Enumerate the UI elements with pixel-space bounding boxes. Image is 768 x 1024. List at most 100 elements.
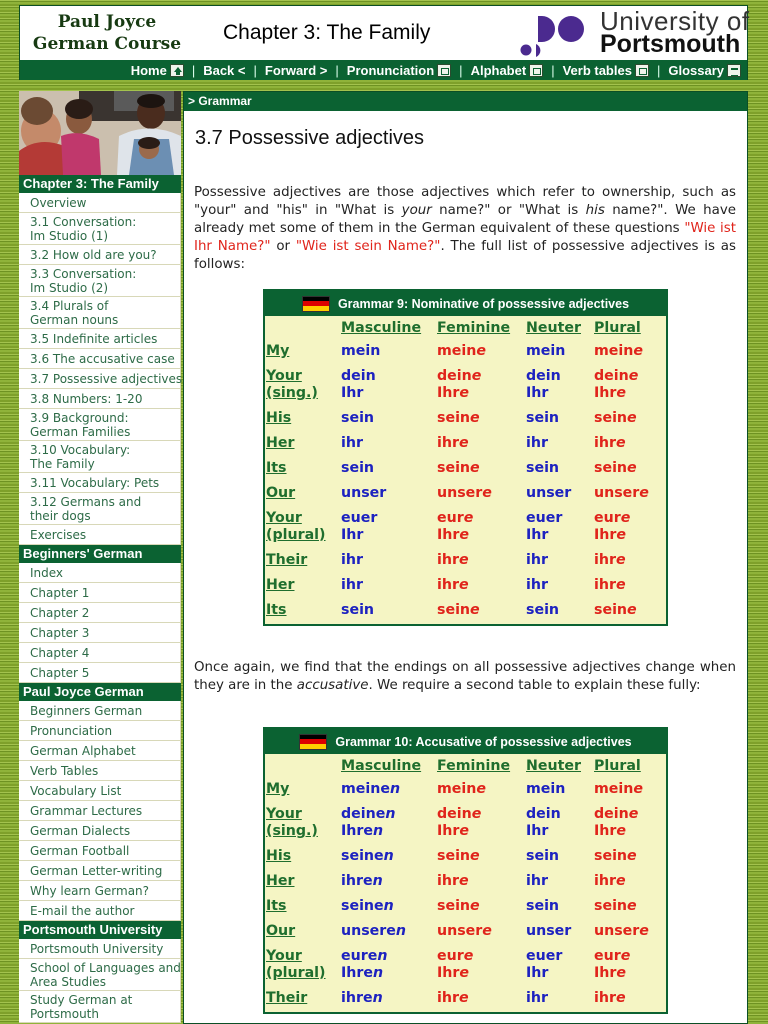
ending: e [470, 602, 480, 618]
sidebar-item-3-7-possessive-adjectives[interactable]: 3.7 Possessive adjectives [19, 369, 182, 389]
ending: e [458, 552, 469, 568]
nav-home[interactable]: Home [131, 63, 184, 78]
row-label-line: Its [266, 898, 287, 914]
sidebar-item-german-alphabet[interactable]: German Alphabet [19, 741, 181, 761]
cell-p: ihre [594, 432, 666, 457]
family-photo-image [19, 91, 181, 175]
sidebar-item-3-3-conversation-im-studio-2[interactable]: 3.3 Conversation: Im Studio (2) [19, 265, 181, 297]
row-label-line: (sing.) [266, 385, 318, 401]
sidebar-item-e-mail-the-author[interactable]: E-mail the author [19, 901, 181, 921]
row-label-our[interactable]: Our [265, 482, 341, 507]
ending: n [372, 873, 383, 889]
sidebar-item-german-football[interactable]: German Football [19, 841, 181, 861]
sidebar-item-beginners-german[interactable]: Beginners German [19, 701, 181, 721]
sidebar-item-exercises[interactable]: Exercises [19, 525, 181, 545]
nav-back[interactable]: Back < [203, 63, 245, 78]
sidebar-item-overview[interactable]: Overview [19, 193, 181, 213]
university-logo[interactable]: University of Portsmouth [500, 6, 749, 60]
nav-pronunciation[interactable]: Pronunciation [347, 63, 452, 78]
german-flag-icon [299, 733, 328, 750]
sidebar-item-index[interactable]: Index [19, 563, 181, 583]
cell-n: sein [526, 407, 594, 432]
breadcrumb[interactable]: > Grammar [184, 92, 747, 111]
sidebar-item-3-1-conversation-im-studio-1[interactable]: 3.1 Conversation: Im Studio (1) [19, 213, 181, 245]
cell-word: sein [526, 460, 560, 476]
row-label-their[interactable]: Their [265, 987, 341, 1012]
row-label-my[interactable]: My [265, 778, 341, 803]
nav-alphabet[interactable]: Alphabet [471, 63, 544, 78]
nav-separator: | [191, 62, 196, 78]
ending: e [633, 343, 643, 359]
cell-f: unsere [437, 482, 526, 507]
column-header-masculine[interactable]: Masculine [341, 754, 437, 778]
sidebar-item-pronunciation[interactable]: Pronunciation [19, 721, 181, 741]
ending: e [615, 435, 626, 451]
sidebar-item-verb-tables[interactable]: Verb Tables [19, 761, 181, 781]
ending: e [470, 460, 480, 476]
sidebar-item-3-12-germans-and-their-dogs[interactable]: 3.12 Germans and their dogs [19, 493, 181, 525]
sidebar-item-grammar-lectures[interactable]: Grammar Lectures [19, 801, 181, 821]
row-label-your-plural[interactable]: Your (plural) [265, 507, 341, 549]
row-label-his[interactable]: His [265, 407, 341, 432]
logo-text-line-2: Portsmouth [600, 30, 741, 58]
nav-forward[interactable]: Forward > [265, 63, 328, 78]
sidebar-item-3-10-vocabulary-the-family[interactable]: 3.10 Vocabulary: The Family [19, 441, 181, 473]
sidebar-item-3-6-the-accusative-case[interactable]: 3.6 The accusative case [19, 349, 181, 369]
sidebar-item-chapter-5[interactable]: Chapter 5 [19, 663, 181, 683]
cell-word: ihre [594, 873, 626, 889]
sidebar-item-label: 3.10 Vocabulary: [30, 443, 131, 457]
row-label-their[interactable]: Their [265, 549, 341, 574]
sidebar-item-3-5-indefinite-articles[interactable]: 3.5 Indefinite articles [19, 329, 181, 349]
column-header-plural[interactable]: Plural [594, 754, 666, 778]
sidebar-item-study-german-at-portsmouth[interactable]: Study German at Portsmouth [19, 991, 181, 1023]
sidebar-item-3-2-how-old-are-you[interactable]: 3.2 How old are you? [19, 245, 181, 265]
cell-word: Ihre [594, 823, 627, 839]
sidebar-item-3-4-plurals-of-german-nouns[interactable]: 3.4 Plurals of German nouns [19, 297, 181, 329]
sidebar-item-german-dialects[interactable]: German Dialects [19, 821, 181, 841]
column-header-neuter[interactable]: Neuter [526, 754, 594, 778]
sidebar-item-german-letter-writing[interactable]: German Letter-writing [19, 861, 181, 881]
row-label-her[interactable]: Her [265, 432, 341, 457]
column-header-feminine[interactable]: Feminine [437, 754, 526, 778]
row-label-its[interactable]: Its [265, 599, 341, 624]
column-header-neuter[interactable]: Neuter [526, 316, 594, 340]
row-label-her[interactable]: Her [265, 574, 341, 599]
row-label-line: Their [266, 990, 308, 1006]
row-label-his[interactable]: His [265, 845, 341, 870]
cell-p: seine [594, 407, 666, 432]
ending: n [372, 990, 383, 1006]
sidebar-item-portsmouth-university[interactable]: Portsmouth University [19, 939, 181, 959]
cell-word: Ihre [594, 965, 627, 981]
row-label-her[interactable]: Her [265, 870, 341, 895]
row-label-your-sing[interactable]: Your (sing.) [265, 365, 341, 407]
course-brand[interactable]: Paul Joyce German Course [32, 11, 182, 55]
cell-word: seine [594, 898, 637, 914]
nav-verb-tables[interactable]: Verb tables [563, 63, 649, 78]
german-example-2: "Wie ist sein Name?" [295, 239, 441, 254]
row-label-your-plural[interactable]: Your (plural) [265, 945, 341, 987]
table-row: His seinen seine sein seine [265, 845, 666, 870]
cell-word: Ihre [594, 527, 627, 543]
sidebar-item-why-learn-german[interactable]: Why learn German? [19, 881, 181, 901]
sidebar-item-chapter-4[interactable]: Chapter 4 [19, 643, 181, 663]
nav-glossary[interactable]: Glossary [668, 63, 741, 78]
row-label-my[interactable]: My [265, 340, 341, 365]
row-label-its[interactable]: Its [265, 457, 341, 482]
row-label-your-sing[interactable]: Your (sing.) [265, 803, 341, 845]
sidebar-item-school-of-languages-and-area-studies[interactable]: School of Languages and Area Studies [19, 959, 181, 991]
row-label-our[interactable]: Our [265, 920, 341, 945]
sidebar-item-vocabulary-list[interactable]: Vocabulary List [19, 781, 181, 801]
sidebar-item-chapter-2[interactable]: Chapter 2 [19, 603, 181, 623]
row-label-its[interactable]: Its [265, 895, 341, 920]
sidebar-item-chapter-1[interactable]: Chapter 1 [19, 583, 181, 603]
column-header-plural[interactable]: Plural [594, 316, 666, 340]
cell-m: dein Ihr [341, 365, 437, 407]
sidebar-item-3-11-vocabulary-pets[interactable]: 3.11 Vocabulary: Pets [19, 473, 181, 493]
sidebar-item-chapter-3[interactable]: Chapter 3 [19, 623, 181, 643]
column-header-masculine[interactable]: Masculine [341, 316, 437, 340]
cell-p: deine Ihre [594, 365, 666, 407]
sidebar-item-3-9-background-german-families[interactable]: 3.9 Background: German Families [19, 409, 181, 441]
sidebar-item-3-8-numbers-1-20[interactable]: 3.8 Numbers: 1-20 [19, 389, 181, 409]
ending: n [383, 898, 394, 914]
column-header-feminine[interactable]: Feminine [437, 316, 526, 340]
